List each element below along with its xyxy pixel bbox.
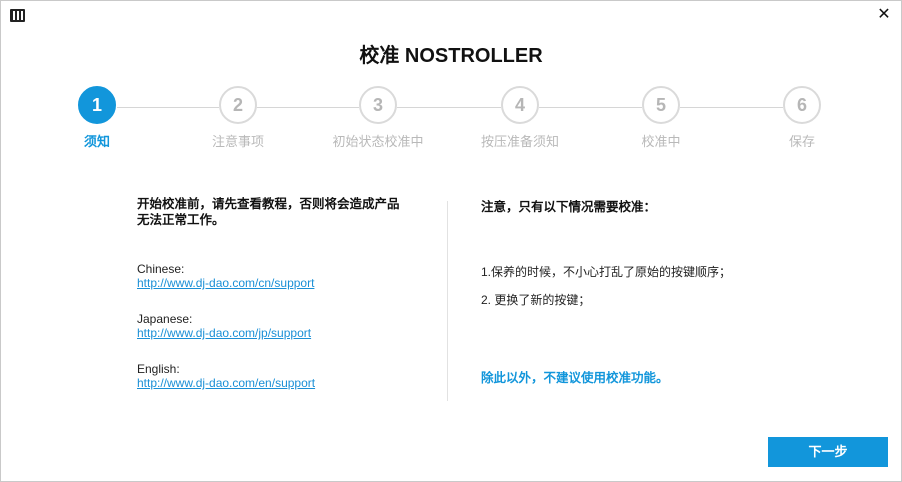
tutorial-warning: 开始校准前，请先查看教程，否则将会造成产品 无法正常工作。 (137, 196, 427, 228)
tutorial-panel: 开始校准前，请先查看教程，否则将会造成产品 无法正常工作。 Chinese: h… (137, 196, 427, 390)
tutorial-warning-line1: 开始校准前，请先查看教程，否则将会造成产品 (137, 197, 400, 211)
step-number: 6 (783, 86, 821, 124)
japanese-support-link[interactable]: http://www.dj-dao.com/jp/support (137, 326, 311, 340)
step-progress: 1 须知 2 注意事项 3 初始状态校准中 4 按压准备须知 5 校准中 6 保… (1, 86, 901, 156)
next-button[interactable]: 下一步 (768, 437, 888, 467)
tutorial-warning-line2: 无法正常工作。 (137, 213, 225, 227)
english-support-link[interactable]: http://www.dj-dao.com/en/support (137, 376, 315, 390)
chinese-support-link-block: Chinese: http://www.dj-dao.com/cn/suppor… (137, 262, 314, 290)
step-label: 按压准备须知 (480, 134, 559, 149)
step-label: 初始状态校准中 (332, 134, 424, 149)
piano-keyboard-icon (10, 9, 25, 22)
notice-item: 2. 更换了新的按键； (481, 293, 591, 307)
language-label: English: (137, 362, 180, 376)
japanese-support-link-block: Japanese: http://www.dj-dao.com/jp/suppo… (137, 312, 311, 340)
step-5: 5 校准中 (601, 86, 721, 150)
close-button[interactable]: ✕ (875, 6, 893, 24)
step-number: 3 (359, 86, 397, 124)
calibration-window: ✕ 校准 NOSTROLLER 1 须知 2 注意事项 3 初始状态校准中 4 … (0, 0, 902, 482)
step-2: 2 注意事项 (178, 86, 298, 150)
step-6: 6 保存 (742, 86, 862, 150)
step-3: 3 初始状态校准中 (318, 86, 438, 150)
step-label: 校准中 (641, 134, 681, 149)
language-label: Japanese: (137, 312, 193, 326)
step-label: 须知 (83, 134, 110, 149)
notice-footer: 除此以外，不建议使用校准功能。 (481, 371, 669, 385)
step-4: 4 按压准备须知 (460, 86, 580, 150)
english-support-link-block: English: http://www.dj-dao.com/en/suppor… (137, 362, 315, 390)
notice-panel: 注意，只有以下情况需要校准： 1.保养的时候，不小心打乱了原始的按键顺序； 2.… (481, 196, 861, 385)
language-label: Chinese: (137, 262, 185, 276)
step-label: 注意事项 (211, 134, 264, 149)
step-label: 保存 (788, 134, 815, 149)
panel-divider (447, 201, 448, 401)
step-number: 2 (219, 86, 257, 124)
step-number: 4 (501, 86, 539, 124)
notice-heading: 注意，只有以下情况需要校准： (481, 200, 657, 214)
chinese-support-link[interactable]: http://www.dj-dao.com/cn/support (137, 276, 314, 290)
window-title: 校准 NOSTROLLER (359, 45, 543, 67)
step-number: 5 (642, 86, 680, 124)
step-number: 1 (78, 86, 116, 124)
step-1: 1 须知 (37, 86, 157, 150)
notice-item: 1.保养的时候，不小心打乱了原始的按键顺序； (481, 265, 732, 279)
